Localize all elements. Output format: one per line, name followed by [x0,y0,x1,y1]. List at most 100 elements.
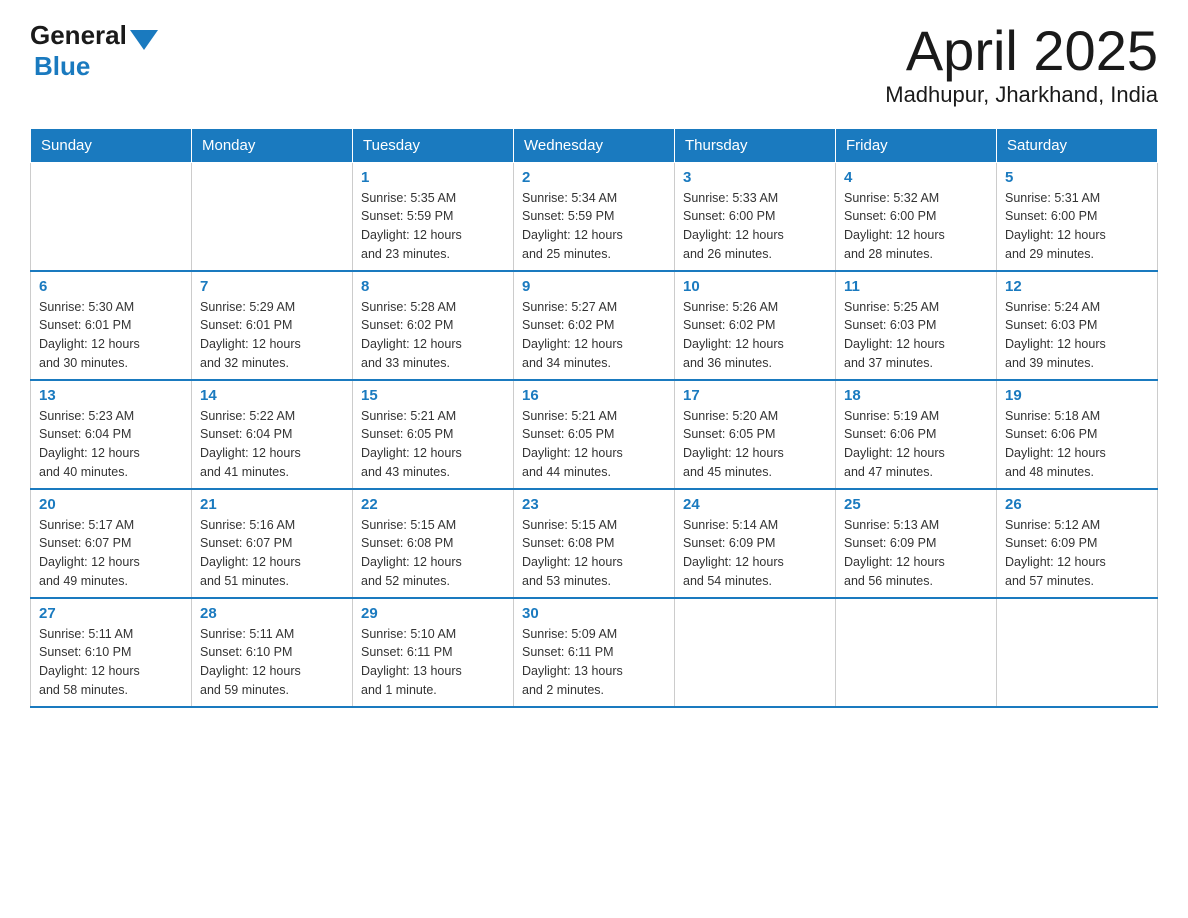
calendar-cell-w3-d3: 15 Sunrise: 5:21 AMSunset: 6:05 PMDayligh… [353,380,514,489]
calendar-week-1: 1Sunrise: 5:35 AMSunset: 5:59 PMDaylight… [31,162,1158,271]
calendar-cell-w4-d2: 21 Sunrise: 5:16 AMSunset: 6:07 PMDayligh… [192,489,353,598]
day-info: Sunrise: 5:25 AMSunset: 6:03 PMDaylight:… [844,298,988,373]
day-info: Sunrise: 5:31 AMSunset: 6:00 PMDaylight:… [1005,189,1149,264]
calendar-cell-w5-d4: 30 Sunrise: 5:09 AMSunset: 6:11 PMDayligh… [514,598,675,707]
calendar-cell-w4-d4: 23 Sunrise: 5:15 AMSunset: 6:08 PMDayligh… [514,489,675,598]
calendar-cell-w2-d4: 9 Sunrise: 5:27 AMSunset: 6:02 PMDaylight… [514,271,675,380]
calendar-cell-w3-d7: 19 Sunrise: 5:18 AMSunset: 6:06 PMDayligh… [997,380,1158,489]
day-number: 13 [39,387,183,404]
day-number: 27 [39,605,183,622]
calendar-header-row: Sunday Monday Tuesday Wednesday Thursday… [31,128,1158,162]
day-info: Sunrise: 5:35 AMSunset: 5:59 PMDaylight:… [361,189,505,264]
calendar-cell-w4-d5: 24 Sunrise: 5:14 AMSunset: 6:09 PMDayligh… [675,489,836,598]
day-info: Sunrise: 5:21 AMSunset: 6:05 PMDaylight:… [522,407,666,482]
col-tuesday: Tuesday [353,128,514,162]
calendar-table: Sunday Monday Tuesday Wednesday Thursday… [30,128,1158,708]
logo-triangle-icon [130,30,158,50]
calendar-cell-w5-d1: 27 Sunrise: 5:11 AMSunset: 6:10 PMDayligh… [31,598,192,707]
calendar-cell-w3-d5: 17 Sunrise: 5:20 AMSunset: 6:05 PMDayligh… [675,380,836,489]
calendar-cell-w5-d2: 28Sunrise: 5:11 AMSunset: 6:10 PMDayligh… [192,598,353,707]
day-info: Sunrise: 5:18 AMSunset: 6:06 PMDaylight:… [1005,407,1149,482]
day-number: 11 [844,278,988,295]
calendar-subtitle: Madhupur, Jharkhand, India [885,82,1158,108]
calendar-cell-w2-d2: 7 Sunrise: 5:29 AMSunset: 6:01 PMDaylight… [192,271,353,380]
day-info: Sunrise: 5:27 AMSunset: 6:02 PMDaylight:… [522,298,666,373]
day-info: Sunrise: 5:28 AMSunset: 6:02 PMDaylight:… [361,298,505,373]
calendar-cell-w4-d7: 26 Sunrise: 5:12 AMSunset: 6:09 PMDayligh… [997,489,1158,598]
calendar-cell-w4-d1: 20 Sunrise: 5:17 AMSunset: 6:07 PMDayligh… [31,489,192,598]
col-friday: Friday [836,128,997,162]
day-info: Sunrise: 5:17 AMSunset: 6:07 PMDaylight:… [39,516,183,591]
day-info: Sunrise: 5:34 AMSunset: 5:59 PMDaylight:… [522,189,666,264]
calendar-cell-w1-d2 [192,162,353,271]
day-info: Sunrise: 5:16 AMSunset: 6:07 PMDaylight:… [200,516,344,591]
logo-general-text: General [30,20,127,51]
col-monday: Monday [192,128,353,162]
calendar-week-3: 13 Sunrise: 5:23 AMSunset: 6:04 PMDayligh… [31,380,1158,489]
day-number: 14 [200,387,344,404]
calendar-cell-w1-d3: 1Sunrise: 5:35 AMSunset: 5:59 PMDaylight… [353,162,514,271]
calendar-cell-w1-d1 [31,162,192,271]
day-number: 24 [683,496,827,513]
day-info: Sunrise: 5:12 AMSunset: 6:09 PMDaylight:… [1005,516,1149,591]
day-info: Sunrise: 5:32 AMSunset: 6:00 PMDaylight:… [844,189,988,264]
calendar-cell-w2-d3: 8 Sunrise: 5:28 AMSunset: 6:02 PMDaylight… [353,271,514,380]
day-info: Sunrise: 5:19 AMSunset: 6:06 PMDaylight:… [844,407,988,482]
day-info: Sunrise: 5:21 AMSunset: 6:05 PMDaylight:… [361,407,505,482]
day-number: 9 [522,278,666,295]
day-number: 12 [1005,278,1149,295]
day-info: Sunrise: 5:30 AMSunset: 6:01 PMDaylight:… [39,298,183,373]
calendar-cell-w1-d7: 5 Sunrise: 5:31 AMSunset: 6:00 PMDaylight… [997,162,1158,271]
day-number: 21 [200,496,344,513]
day-number: 19 [1005,387,1149,404]
day-number: 5 [1005,169,1149,186]
day-number: 20 [39,496,183,513]
day-info: Sunrise: 5:11 AMSunset: 6:10 PMDaylight:… [39,625,183,700]
day-number: 8 [361,278,505,295]
day-info: Sunrise: 5:10 AMSunset: 6:11 PMDaylight:… [361,625,505,700]
calendar-cell-w2-d7: 12 Sunrise: 5:24 AMSunset: 6:03 PMDayligh… [997,271,1158,380]
day-number: 17 [683,387,827,404]
calendar-cell-w3-d4: 16Sunrise: 5:21 AMSunset: 6:05 PMDayligh… [514,380,675,489]
col-thursday: Thursday [675,128,836,162]
day-info: Sunrise: 5:20 AMSunset: 6:05 PMDaylight:… [683,407,827,482]
calendar-cell-w3-d2: 14 Sunrise: 5:22 AMSunset: 6:04 PMDayligh… [192,380,353,489]
calendar-title: April 2025 [885,20,1158,82]
day-number: 25 [844,496,988,513]
logo: General Blue [30,20,161,82]
day-info: Sunrise: 5:14 AMSunset: 6:09 PMDaylight:… [683,516,827,591]
col-wednesday: Wednesday [514,128,675,162]
day-info: Sunrise: 5:09 AMSunset: 6:11 PMDaylight:… [522,625,666,700]
day-number: 4 [844,169,988,186]
day-info: Sunrise: 5:22 AMSunset: 6:04 PMDaylight:… [200,407,344,482]
calendar-cell-w4-d6: 25Sunrise: 5:13 AMSunset: 6:09 PMDayligh… [836,489,997,598]
day-number: 3 [683,169,827,186]
title-block: April 2025 Madhupur, Jharkhand, India [885,20,1158,108]
day-number: 30 [522,605,666,622]
calendar-cell-w3-d1: 13 Sunrise: 5:23 AMSunset: 6:04 PMDayligh… [31,380,192,489]
day-info: Sunrise: 5:29 AMSunset: 6:01 PMDaylight:… [200,298,344,373]
col-saturday: Saturday [997,128,1158,162]
calendar-cell-w2-d1: 6Sunrise: 5:30 AMSunset: 6:01 PMDaylight… [31,271,192,380]
day-number: 18 [844,387,988,404]
calendar-cell-w1-d4: 2 Sunrise: 5:34 AMSunset: 5:59 PMDaylight… [514,162,675,271]
day-number: 2 [522,169,666,186]
page-header: General Blue April 2025 Madhupur, Jharkh… [30,20,1158,108]
day-number: 15 [361,387,505,404]
day-info: Sunrise: 5:15 AMSunset: 6:08 PMDaylight:… [361,516,505,591]
day-number: 10 [683,278,827,295]
calendar-cell-w2-d5: 10 Sunrise: 5:26 AMSunset: 6:02 PMDayligh… [675,271,836,380]
col-sunday: Sunday [31,128,192,162]
calendar-cell-w5-d6 [836,598,997,707]
day-info: Sunrise: 5:26 AMSunset: 6:02 PMDaylight:… [683,298,827,373]
logo-blue-text: Blue [34,51,90,81]
calendar-cell-w1-d6: 4 Sunrise: 5:32 AMSunset: 6:00 PMDaylight… [836,162,997,271]
day-info: Sunrise: 5:11 AMSunset: 6:10 PMDaylight:… [200,625,344,700]
calendar-cell-w3-d6: 18 Sunrise: 5:19 AMSunset: 6:06 PMDayligh… [836,380,997,489]
day-number: 23 [522,496,666,513]
day-number: 7 [200,278,344,295]
day-info: Sunrise: 5:24 AMSunset: 6:03 PMDaylight:… [1005,298,1149,373]
day-info: Sunrise: 5:23 AMSunset: 6:04 PMDaylight:… [39,407,183,482]
day-info: Sunrise: 5:15 AMSunset: 6:08 PMDaylight:… [522,516,666,591]
day-number: 26 [1005,496,1149,513]
